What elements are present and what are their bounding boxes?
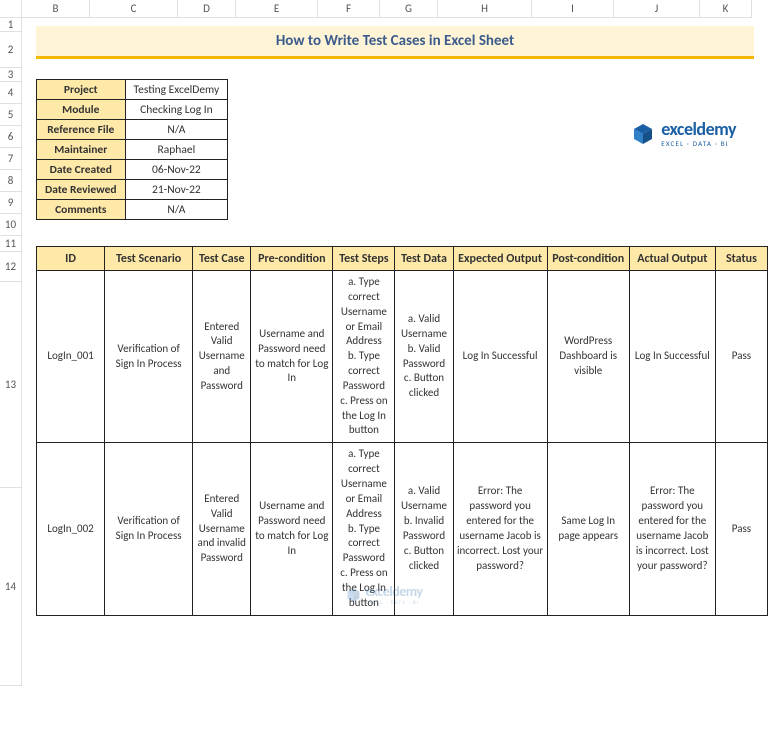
cell-scenario[interactable]: Verification of Sign In Process: [105, 271, 193, 443]
table-header[interactable]: Status: [715, 247, 767, 271]
spreadsheet: BCDEFGHIJK 1234567891011121314 How to Wr…: [0, 0, 768, 616]
cell-status[interactable]: Pass: [715, 271, 767, 443]
cell-pre[interactable]: Username and Password need to match for …: [251, 271, 333, 443]
table-header[interactable]: Actual Output: [629, 247, 715, 271]
meta-value[interactable]: N/A: [125, 200, 228, 220]
row-headers: 1234567891011121314: [0, 0, 22, 686]
cell-id[interactable]: LogIn_002: [37, 443, 105, 615]
row-header-4[interactable]: 4: [0, 82, 22, 104]
col-header-F[interactable]: F: [318, 0, 380, 18]
sheet-content: How to Write Test Cases in Excel Sheet P…: [22, 0, 768, 616]
column-headers: BCDEFGHIJK: [22, 0, 752, 18]
meta-value[interactable]: 21-Nov-22: [125, 180, 228, 200]
table-row: LogIn_002Verification of Sign In Process…: [37, 443, 768, 615]
cell-post[interactable]: Same Log In page appears: [547, 443, 629, 615]
row-header-3[interactable]: 3: [0, 68, 22, 82]
cell-data[interactable]: a. Valid Usernameb. Valid Passwordc. But…: [395, 271, 453, 443]
logo-text-sub: EXCEL · DATA · BI: [661, 140, 736, 147]
cell-expected[interactable]: Log In Successful: [453, 271, 547, 443]
meta-label: Reference File: [37, 120, 126, 140]
table-header[interactable]: Test Case: [193, 247, 251, 271]
cell-post[interactable]: WordPress Dashboard is visible: [547, 271, 629, 443]
row-header-2[interactable]: 2: [0, 32, 22, 68]
col-header-K[interactable]: K: [700, 0, 752, 18]
table-header[interactable]: Test Data: [395, 247, 453, 271]
table-header[interactable]: ID: [37, 247, 105, 271]
row-header-9[interactable]: 9: [0, 192, 22, 214]
cell-scenario[interactable]: Verification of Sign In Process: [105, 443, 193, 615]
corner-cell[interactable]: [0, 0, 22, 18]
row-header-10[interactable]: 10: [0, 214, 22, 236]
cell-case[interactable]: Entered Valid Username and invalid Passw…: [193, 443, 251, 615]
logo-text-main: exceldemy: [661, 120, 736, 138]
table-header[interactable]: Test Steps: [333, 247, 395, 271]
cell-steps[interactable]: a. Type correct Username or Email Addres…: [333, 271, 395, 443]
col-header-E[interactable]: E: [236, 0, 318, 18]
col-header-I[interactable]: I: [532, 0, 614, 18]
page-title: How to Write Test Cases in Excel Sheet: [36, 26, 754, 59]
meta-label: Comments: [37, 200, 126, 220]
table-row: LogIn_001Verification of Sign In Process…: [37, 271, 768, 443]
brand-logo: exceldemy EXCEL · DATA · BI: [631, 120, 736, 147]
table-header[interactable]: Test Scenario: [105, 247, 193, 271]
row-header-5[interactable]: 5: [0, 104, 22, 126]
meta-value[interactable]: Raphael: [125, 140, 228, 160]
meta-label: Maintainer: [37, 140, 126, 160]
table-header[interactable]: Expected Output: [453, 247, 547, 271]
cube-icon: [631, 122, 655, 146]
col-header-B[interactable]: B: [22, 0, 90, 18]
meta-label: Date Created: [37, 160, 126, 180]
col-header-C[interactable]: C: [90, 0, 178, 18]
cell-id[interactable]: LogIn_001: [37, 271, 105, 443]
meta-label: Module: [37, 100, 126, 120]
col-header-J[interactable]: J: [614, 0, 700, 18]
meta-label: Project: [37, 80, 126, 100]
meta-value[interactable]: Testing ExcelDemy: [125, 80, 228, 100]
row-header-1[interactable]: 1: [0, 18, 22, 32]
meta-label: Date Reviewed: [37, 180, 126, 200]
meta-value[interactable]: 06-Nov-22: [125, 160, 228, 180]
table-header[interactable]: Pre-condition: [251, 247, 333, 271]
cell-case[interactable]: Entered Valid Username and Password: [193, 271, 251, 443]
row-header-13[interactable]: 13: [0, 282, 22, 488]
cell-actual[interactable]: Error: The password you entered for the …: [629, 443, 715, 615]
row-header-7[interactable]: 7: [0, 148, 22, 170]
cell-status[interactable]: Pass: [715, 443, 767, 615]
col-header-H[interactable]: H: [438, 0, 532, 18]
cell-actual[interactable]: Log In Successful: [629, 271, 715, 443]
cell-steps[interactable]: a. Type correct Username or Email Addres…: [333, 443, 395, 615]
col-header-D[interactable]: D: [178, 0, 236, 18]
row-header-14[interactable]: 14: [0, 488, 22, 686]
cell-data[interactable]: a. Valid Usernameb. Invalid Passwordc. B…: [395, 443, 453, 615]
row-header-11[interactable]: 11: [0, 236, 22, 252]
meta-value[interactable]: Checking Log In: [125, 100, 228, 120]
row-header-8[interactable]: 8: [0, 170, 22, 192]
row-header-12[interactable]: 12: [0, 252, 22, 282]
table-header[interactable]: Post-condition: [547, 247, 629, 271]
meta-value[interactable]: N/A: [125, 120, 228, 140]
cell-pre[interactable]: Username and Password need to match for …: [251, 443, 333, 615]
test-cases-table: IDTest ScenarioTest CasePre-conditionTes…: [36, 246, 768, 616]
row-header-6[interactable]: 6: [0, 126, 22, 148]
col-header-G[interactable]: G: [380, 0, 438, 18]
cell-expected[interactable]: Error: The password you entered for the …: [453, 443, 547, 615]
meta-table: ProjectTesting ExcelDemyModuleChecking L…: [36, 79, 228, 220]
